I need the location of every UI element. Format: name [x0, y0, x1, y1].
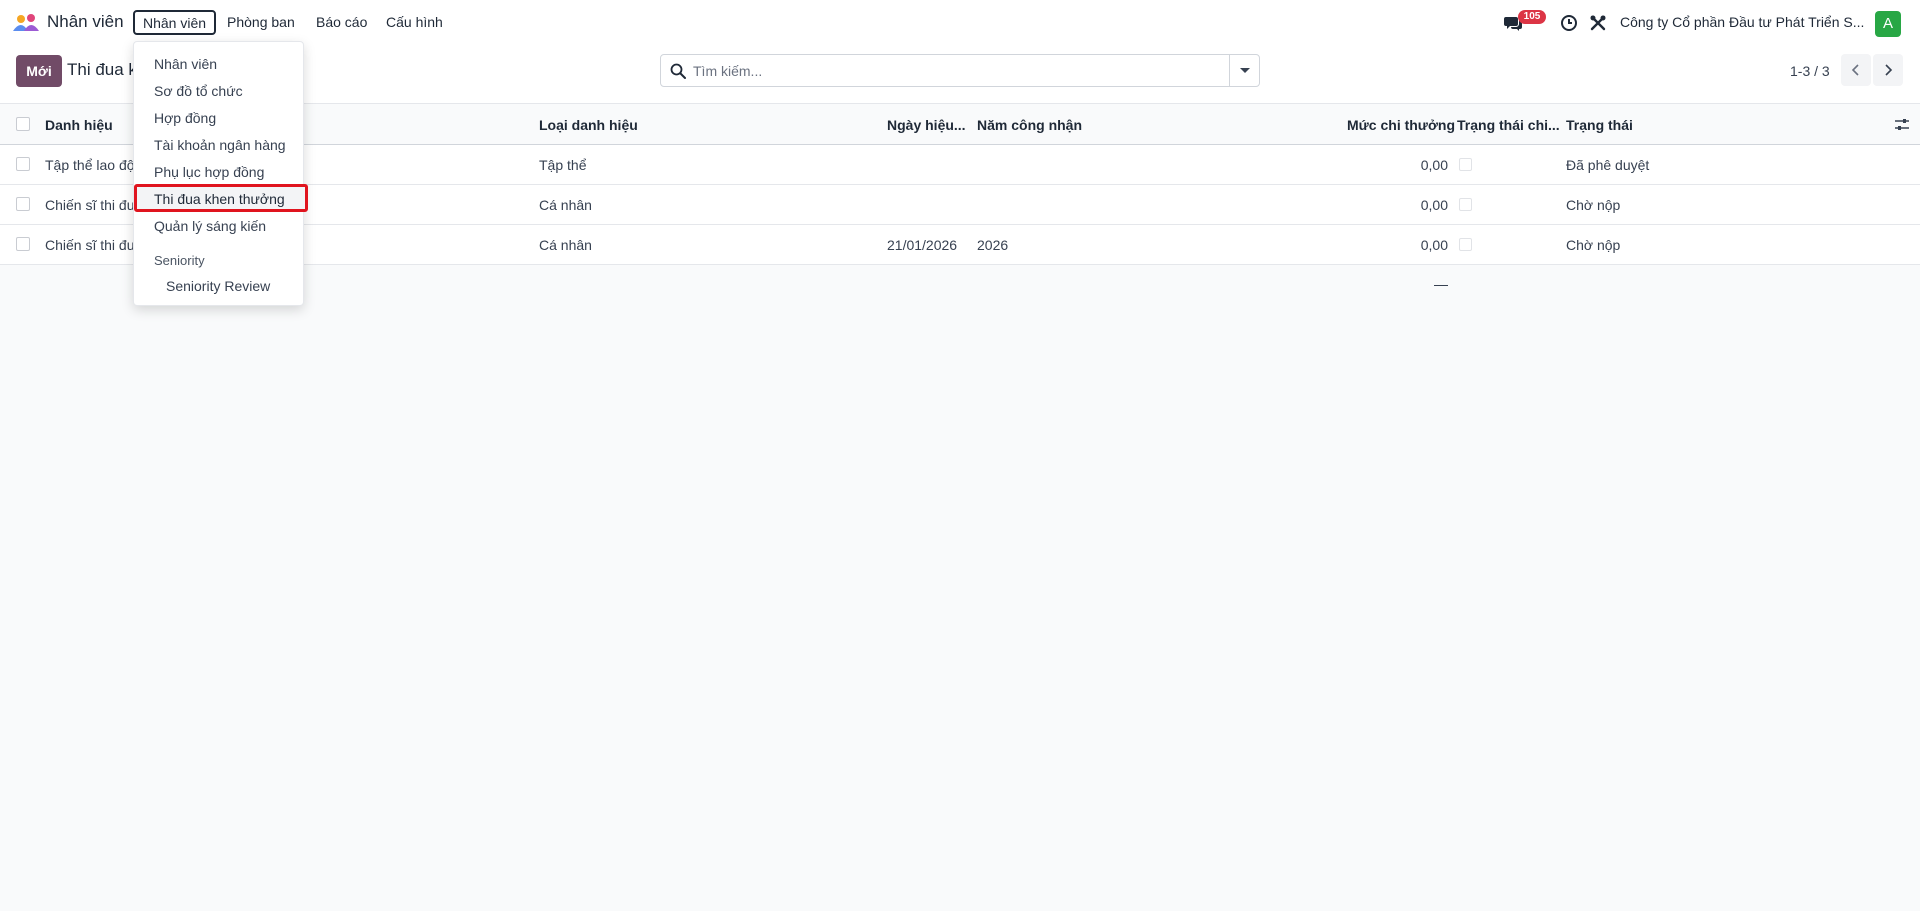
cell-muc-chi-thuong: 0,00: [1420, 197, 1448, 213]
column-trang-thai-chi[interactable]: Trạng thái chi...: [1457, 117, 1560, 133]
cell-trang-thai-chi-checkbox: [1459, 158, 1472, 171]
column-muc-chi-thuong[interactable]: Mức chi thưởng: [1347, 117, 1455, 133]
clock-icon[interactable]: [1560, 14, 1578, 32]
employees-dropdown-menu: Nhân viên Sơ đồ tổ chức Hợp đồng Tài kho…: [133, 41, 308, 306]
pager-next-button[interactable]: [1873, 54, 1903, 86]
menu-bao-cao[interactable]: Báo cáo: [316, 13, 367, 31]
cell-muc-chi-thuong: 0,00: [1420, 157, 1448, 173]
messages-badge: 105: [1518, 10, 1546, 24]
search-options-toggle[interactable]: [1229, 55, 1259, 86]
cell-danh-hieu: Chiến sĩ thi đu: [45, 197, 135, 213]
menu-item-hop-dong[interactable]: Hợp đồng: [154, 110, 216, 126]
avatar[interactable]: A: [1875, 11, 1901, 37]
cell-muc-chi-thuong: 0,00: [1420, 237, 1448, 253]
column-loai-danh-hieu[interactable]: Loại danh hiệu: [539, 117, 638, 133]
cell-loai-danh-hieu: Cá nhân: [539, 197, 592, 213]
menu-item-quan-ly-sang-kien[interactable]: Quản lý sáng kiến: [154, 218, 266, 234]
row-checkbox[interactable]: [16, 157, 30, 171]
cell-danh-hieu: Tập thể lao độ: [45, 157, 135, 173]
column-trang-thai[interactable]: Trạng thái: [1566, 117, 1633, 133]
aggregate-total: [1434, 285, 1448, 286]
menu-section-seniority: Seniority: [154, 253, 205, 268]
row-checkbox[interactable]: [16, 197, 30, 211]
cell-loai-danh-hieu: Tập thể: [539, 157, 587, 173]
employees-app-icon[interactable]: [13, 13, 39, 33]
tools-icon[interactable]: [1589, 14, 1607, 32]
cell-loai-danh-hieu: Cá nhân: [539, 237, 592, 253]
search-input[interactable]: [693, 55, 1193, 86]
chevron-left-icon: [1851, 64, 1859, 76]
select-all-checkbox[interactable]: [16, 117, 30, 131]
menu-item-phu-luc-hop-dong[interactable]: Phụ lục hợp đồng: [154, 164, 264, 180]
menu-item-seniority-review[interactable]: Seniority Review: [166, 278, 270, 294]
app-name[interactable]: Nhân viên: [47, 12, 124, 32]
search-box: [660, 54, 1260, 87]
menu-item-so-do-to-chuc[interactable]: Sơ đồ tổ chức: [154, 83, 243, 99]
cell-trang-thai: Chờ nộp: [1566, 197, 1621, 213]
cell-danh-hieu: Chiến sĩ thi đu: [45, 237, 135, 253]
column-ngay-hieu-luc[interactable]: Ngày hiệu...: [887, 117, 966, 133]
menu-item-nhan-vien[interactable]: Nhân viên: [154, 56, 217, 72]
row-checkbox[interactable]: [16, 237, 30, 251]
menu-item-thi-dua-khen-thuong[interactable]: Thi đua khen thưởng: [154, 191, 285, 207]
search-icon: [670, 63, 686, 79]
column-settings-icon[interactable]: [1894, 117, 1910, 133]
column-danh-hieu[interactable]: Danh hiệu: [45, 117, 113, 133]
cell-trang-thai: Chờ nộp: [1566, 237, 1621, 253]
cell-trang-thai-chi-checkbox: [1459, 238, 1472, 251]
menu-item-tai-khoan-ngan-hang[interactable]: Tài khoản ngân hàng: [154, 137, 286, 153]
column-nam-cong-nhan[interactable]: Năm công nhận: [977, 117, 1082, 133]
top-navbar: Nhân viên Nhân viên Phòng ban Báo cáo Cấ…: [0, 0, 1920, 46]
caret-down-icon: [1240, 68, 1250, 73]
menu-nhan-vien[interactable]: Nhân viên: [133, 10, 217, 35]
pager-previous-button[interactable]: [1841, 54, 1871, 86]
cell-ngay-hieu-luc: 21/01/2026: [887, 237, 958, 253]
chevron-right-icon: [1885, 64, 1893, 76]
cell-trang-thai: Đã phê duyệt: [1566, 157, 1650, 173]
new-button[interactable]: Mới: [16, 55, 62, 87]
pager-value[interactable]: 1-3 / 3: [1790, 63, 1830, 79]
menu-cau-hinh[interactable]: Cấu hình: [386, 13, 443, 31]
page-title: Thi đua k: [67, 60, 137, 79]
cell-nam-cong-nhan: 2026: [977, 237, 1009, 253]
company-switcher[interactable]: Công ty Cổ phần Đầu tư Phát Triển S...: [1620, 14, 1864, 30]
cell-trang-thai-chi-checkbox: [1459, 198, 1472, 211]
menu-phong-ban[interactable]: Phòng ban: [227, 13, 295, 31]
